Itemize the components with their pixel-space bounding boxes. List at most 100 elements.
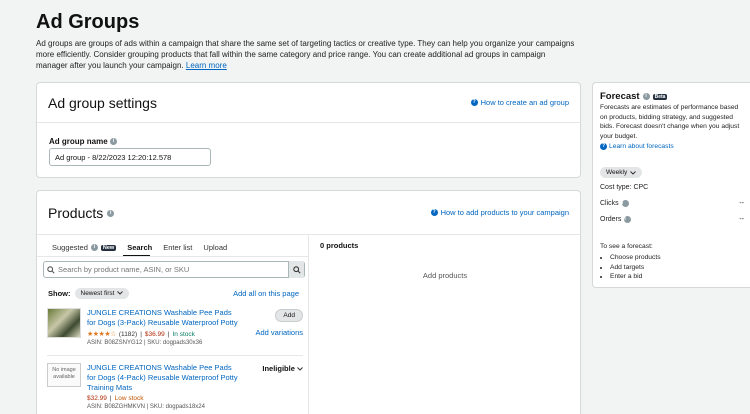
orders-label: Orders bbox=[600, 216, 622, 223]
ineligible-status[interactable]: Ineligible bbox=[262, 364, 303, 373]
add-products-help-link[interactable]: ? How to add products to your campaign bbox=[430, 208, 569, 217]
ad-group-settings-card: Ad group settings ? How to create an ad … bbox=[36, 82, 581, 178]
forecast-title-text: Forecast bbox=[600, 91, 640, 102]
search-icon bbox=[44, 265, 58, 274]
product-asin: ASIN: B08ZGHMKVN bbox=[87, 404, 146, 410]
tab-underline bbox=[37, 255, 309, 257]
product-meta: $32.99 | Low stock bbox=[87, 395, 241, 402]
products-title: Products i bbox=[48, 204, 115, 221]
product-search-box bbox=[43, 261, 305, 278]
chevron-down-icon bbox=[117, 291, 124, 295]
create-ad-group-help-link[interactable]: ? How to create an ad group bbox=[470, 98, 569, 107]
product-thumbnail: No image available bbox=[47, 363, 81, 393]
tab-search[interactable]: Search bbox=[127, 240, 152, 255]
ad-group-name-input[interactable] bbox=[49, 148, 211, 166]
stock-status: Low stock bbox=[114, 395, 144, 402]
info-icon[interactable]: i bbox=[109, 138, 117, 146]
add-variations-link[interactable]: Add variations bbox=[255, 328, 303, 337]
products-header: Products i ? How to add products to your… bbox=[37, 191, 580, 235]
search-icon bbox=[292, 265, 301, 274]
add-products-help-text: How to add products to your campaign bbox=[440, 208, 569, 217]
product-sku: SKU: dogpads18x24 bbox=[149, 404, 205, 410]
create-ad-group-help-text: How to create an ad group bbox=[480, 98, 569, 107]
info-icon[interactable]: i bbox=[107, 210, 115, 218]
row-divider bbox=[47, 355, 303, 356]
help-icon: ? bbox=[430, 209, 438, 216]
product-picker-pane: Suggested i New Search Enter list Upload… bbox=[37, 235, 309, 414]
help-icon: ? bbox=[470, 99, 478, 106]
product-actions: Add Add variations bbox=[241, 308, 303, 346]
product-ids: ASIN: B08ZSNYG12 | SKU: dogpads30x36 bbox=[87, 340, 241, 346]
forecast-step: Choose products bbox=[610, 253, 661, 263]
page-intro: Ad groups are groups of ads within a cam… bbox=[36, 38, 576, 71]
tab-suggested-label: Suggested bbox=[52, 243, 88, 252]
product-meta: ★★★★☆ (1182) | $36.99 | In stock bbox=[87, 330, 241, 339]
product-asin: ASIN: B08ZSNYG12 bbox=[87, 340, 143, 346]
intro-text: Ad groups are groups of ads within a cam… bbox=[36, 39, 575, 70]
add-product-button[interactable]: Add bbox=[275, 309, 303, 322]
add-all-link[interactable]: Add all on this page bbox=[233, 289, 299, 298]
page-title: Ad Groups bbox=[36, 11, 140, 33]
clicks-label-group: Clicks i bbox=[600, 200, 629, 207]
product-search-input[interactable] bbox=[58, 262, 288, 277]
chevron-down-icon bbox=[630, 170, 637, 175]
learn-forecasts-text: Learn about forecasts bbox=[609, 143, 674, 150]
settings-title: Ad group settings bbox=[48, 94, 157, 111]
learn-more-link[interactable]: Learn more bbox=[186, 61, 227, 70]
empty-state-text: Add products bbox=[422, 271, 468, 280]
show-row: Show: Newest first Add all on this page bbox=[48, 286, 299, 300]
separator: | bbox=[109, 395, 112, 402]
cost-type: Cost type: CPC bbox=[600, 184, 649, 191]
info-icon[interactable]: i bbox=[621, 200, 629, 207]
forecast-steps-list: Choose products Add targets Enter a bid bbox=[610, 253, 661, 282]
forecast-step: Add targets bbox=[610, 263, 661, 273]
orders-label-group: Orders i bbox=[600, 216, 632, 223]
product-actions: Ineligible bbox=[241, 363, 303, 410]
tab-upload[interactable]: Upload bbox=[203, 240, 227, 255]
product-count: 0 products bbox=[320, 241, 359, 250]
stock-status: In stock bbox=[172, 330, 195, 338]
ad-group-name-label: Ad group name i bbox=[49, 137, 117, 146]
beta-badge: Beta bbox=[652, 93, 668, 100]
new-badge: New bbox=[100, 244, 117, 251]
product-price: $32.99 bbox=[87, 395, 107, 402]
no-image-placeholder: No image available bbox=[47, 363, 81, 387]
added-products-pane: 0 products Add products bbox=[310, 235, 580, 414]
clicks-value: -- bbox=[739, 200, 744, 207]
forecast-panel: Forecast i Beta Forecasts are estimates … bbox=[592, 82, 750, 288]
help-icon: ? bbox=[600, 143, 607, 150]
star-rating: ★★★★☆ bbox=[87, 331, 116, 338]
info-icon: i bbox=[90, 244, 98, 251]
product-thumbnail bbox=[47, 308, 81, 338]
learn-forecasts-link[interactable]: ? Learn about forecasts bbox=[600, 143, 674, 150]
settings-header: Ad group settings ? How to create an ad … bbox=[37, 83, 580, 123]
product-ids: ASIN: B08ZGHMKVN | SKU: dogpads18x24 bbox=[87, 404, 241, 410]
product-info: JUNGLE CREATIONS Washable Pee Pads for D… bbox=[87, 308, 241, 346]
show-label: Show: bbox=[48, 288, 71, 298]
chevron-down-icon bbox=[297, 367, 303, 371]
sort-dropdown[interactable]: Newest first bbox=[74, 287, 130, 299]
info-icon[interactable]: i bbox=[624, 216, 632, 223]
product-sku: SKU: dogpads30x36 bbox=[147, 340, 203, 346]
forecast-description: Forecasts are estimates of performance b… bbox=[600, 104, 740, 140]
sort-control: Show: Newest first bbox=[48, 287, 130, 299]
product-title-link[interactable]: JUNGLE CREATIONS Washable Pee Pads for D… bbox=[87, 308, 241, 328]
products-card: Products i ? How to add products to your… bbox=[36, 190, 581, 414]
ineligible-label: Ineligible bbox=[262, 364, 295, 373]
tab-enter-list[interactable]: Enter list bbox=[163, 240, 192, 255]
forecast-period-control: Weekly bbox=[600, 161, 643, 179]
product-tabs: Suggested i New Search Enter list Upload bbox=[37, 235, 308, 255]
product-price: $36.99 bbox=[144, 330, 165, 338]
period-dropdown[interactable]: Weekly bbox=[600, 167, 643, 178]
product-title-link[interactable]: JUNGLE CREATIONS Washable Pee Pads for D… bbox=[87, 363, 241, 393]
tab-suggested[interactable]: Suggested i New bbox=[52, 240, 117, 255]
product-row: JUNGLE CREATIONS Washable Pee Pads for D… bbox=[47, 308, 303, 346]
separator: | bbox=[167, 330, 170, 338]
product-info: JUNGLE CREATIONS Washable Pee Pads for D… bbox=[87, 363, 241, 410]
search-button[interactable] bbox=[288, 261, 304, 278]
orders-row: Orders i -- bbox=[600, 216, 744, 223]
products-title-text: Products bbox=[48, 204, 104, 221]
separator: | bbox=[140, 330, 142, 338]
orders-value: -- bbox=[739, 216, 744, 223]
info-icon[interactable]: i bbox=[642, 93, 650, 100]
